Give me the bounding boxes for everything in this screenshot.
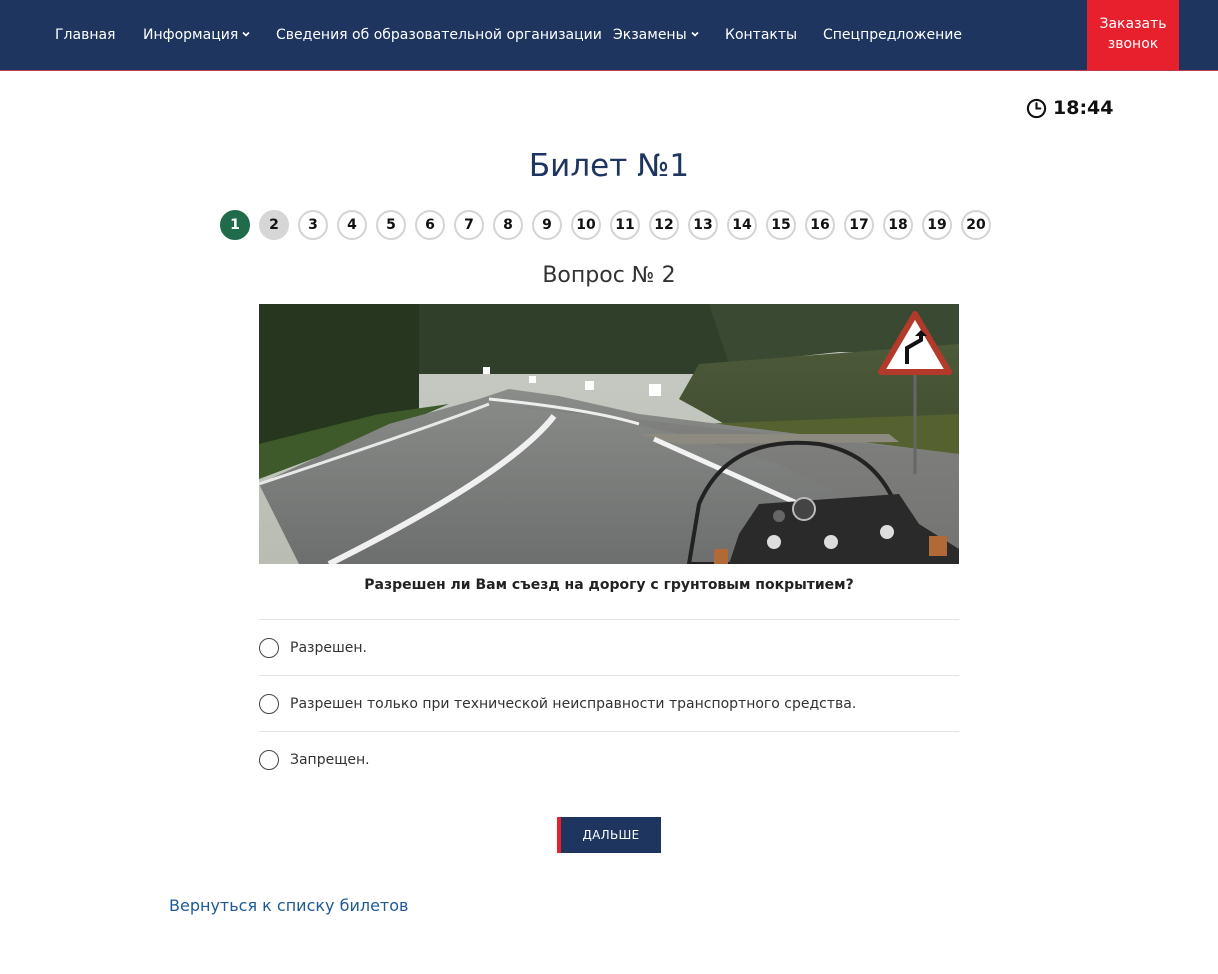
question-number-19[interactable]: 19 bbox=[922, 210, 952, 240]
question-number-4[interactable]: 4 bbox=[337, 210, 367, 240]
nav-item-home[interactable]: Главная bbox=[55, 0, 115, 70]
nav-item-contacts[interactable]: Контакты bbox=[725, 0, 797, 70]
radio-button[interactable] bbox=[259, 637, 279, 658]
question-number-20[interactable]: 20 bbox=[961, 210, 991, 240]
question-image bbox=[259, 304, 959, 564]
question-number-14[interactable]: 14 bbox=[727, 210, 757, 240]
question-number-16[interactable]: 16 bbox=[805, 210, 835, 240]
answer-list: Разрешен. Разрешен только при техническо… bbox=[259, 619, 959, 787]
question-number-5[interactable]: 5 bbox=[376, 210, 406, 240]
nav-item-special-offer[interactable]: Спецпредложение bbox=[823, 0, 962, 70]
question-number-9[interactable]: 9 bbox=[532, 210, 562, 240]
question-number-10[interactable]: 10 bbox=[571, 210, 601, 240]
question-number-17[interactable]: 17 bbox=[844, 210, 874, 240]
order-call-label-line2: звонок bbox=[1107, 36, 1159, 52]
nav-item-exams[interactable]: Экзамены bbox=[613, 0, 699, 70]
question-number-13[interactable]: 13 bbox=[688, 210, 718, 240]
radio-button[interactable] bbox=[259, 749, 279, 770]
question-number-6[interactable]: 6 bbox=[415, 210, 445, 240]
nav-item-label: Сведения об образовательной организации bbox=[276, 27, 602, 43]
order-call-button[interactable]: Заказать звонок bbox=[1087, 0, 1179, 70]
question-number-15[interactable]: 15 bbox=[766, 210, 796, 240]
answer-option[interactable]: Разрешен. bbox=[259, 619, 959, 675]
nav-item-label: Главная bbox=[55, 27, 116, 43]
nav-item-organization[interactable]: Сведения об образовательной организации bbox=[276, 0, 602, 70]
exam-timer: 18:44 bbox=[1026, 95, 1113, 121]
nav-item-label: Информация bbox=[143, 27, 239, 43]
question-number-7[interactable]: 7 bbox=[454, 210, 484, 240]
question-number-2[interactable]: 2 bbox=[259, 210, 289, 240]
question-number-18[interactable]: 18 bbox=[883, 210, 913, 240]
answer-option[interactable]: Разрешен только при технической неисправ… bbox=[259, 675, 959, 731]
clock-icon bbox=[1026, 98, 1047, 118]
answer-label: Разрешен только при технической неисправ… bbox=[290, 695, 857, 712]
nav-item-label: Экзамены bbox=[613, 27, 687, 43]
question-number-1[interactable]: 1 bbox=[220, 210, 250, 240]
radio-button[interactable] bbox=[259, 693, 279, 714]
next-button[interactable]: ДАЛЬШЕ bbox=[557, 817, 661, 853]
question-title: Вопрос № 2 bbox=[542, 263, 676, 288]
question-number-3[interactable]: 3 bbox=[298, 210, 328, 240]
question-number-12[interactable]: 12 bbox=[649, 210, 679, 240]
nav-item-label: Спецпредложение bbox=[823, 27, 963, 43]
answer-label: Запрещен. bbox=[290, 751, 370, 768]
question-navigator: 1 2 3 4 5 6 7 8 9 10 11 12 13 14 15 16 17 18 19 20 bbox=[220, 210, 1000, 240]
answer-option[interactable]: Запрещен. bbox=[259, 731, 959, 787]
ticket-title: Билет №1 bbox=[528, 148, 690, 184]
nav-item-info[interactable]: Информация bbox=[143, 0, 250, 70]
order-call-label-line1: Заказать bbox=[1099, 16, 1167, 32]
next-button-label: ДАЛЬШЕ bbox=[582, 828, 640, 842]
question-text: Разрешен ли Вам съезд на дорогу с грунто… bbox=[364, 577, 854, 593]
question-number-8[interactable]: 8 bbox=[493, 210, 523, 240]
timer-value: 18:44 bbox=[1053, 97, 1114, 119]
chevron-down-icon bbox=[242, 30, 250, 38]
answer-label: Разрешен. bbox=[290, 639, 367, 656]
question-number-11[interactable]: 11 bbox=[610, 210, 640, 240]
nav-item-label: Контакты bbox=[725, 27, 798, 43]
top-navbar: Главная Информация Сведения об образоват… bbox=[0, 0, 1218, 71]
chevron-down-icon bbox=[691, 30, 699, 38]
back-to-tickets-link[interactable]: Вернуться к списку билетов bbox=[169, 896, 408, 915]
